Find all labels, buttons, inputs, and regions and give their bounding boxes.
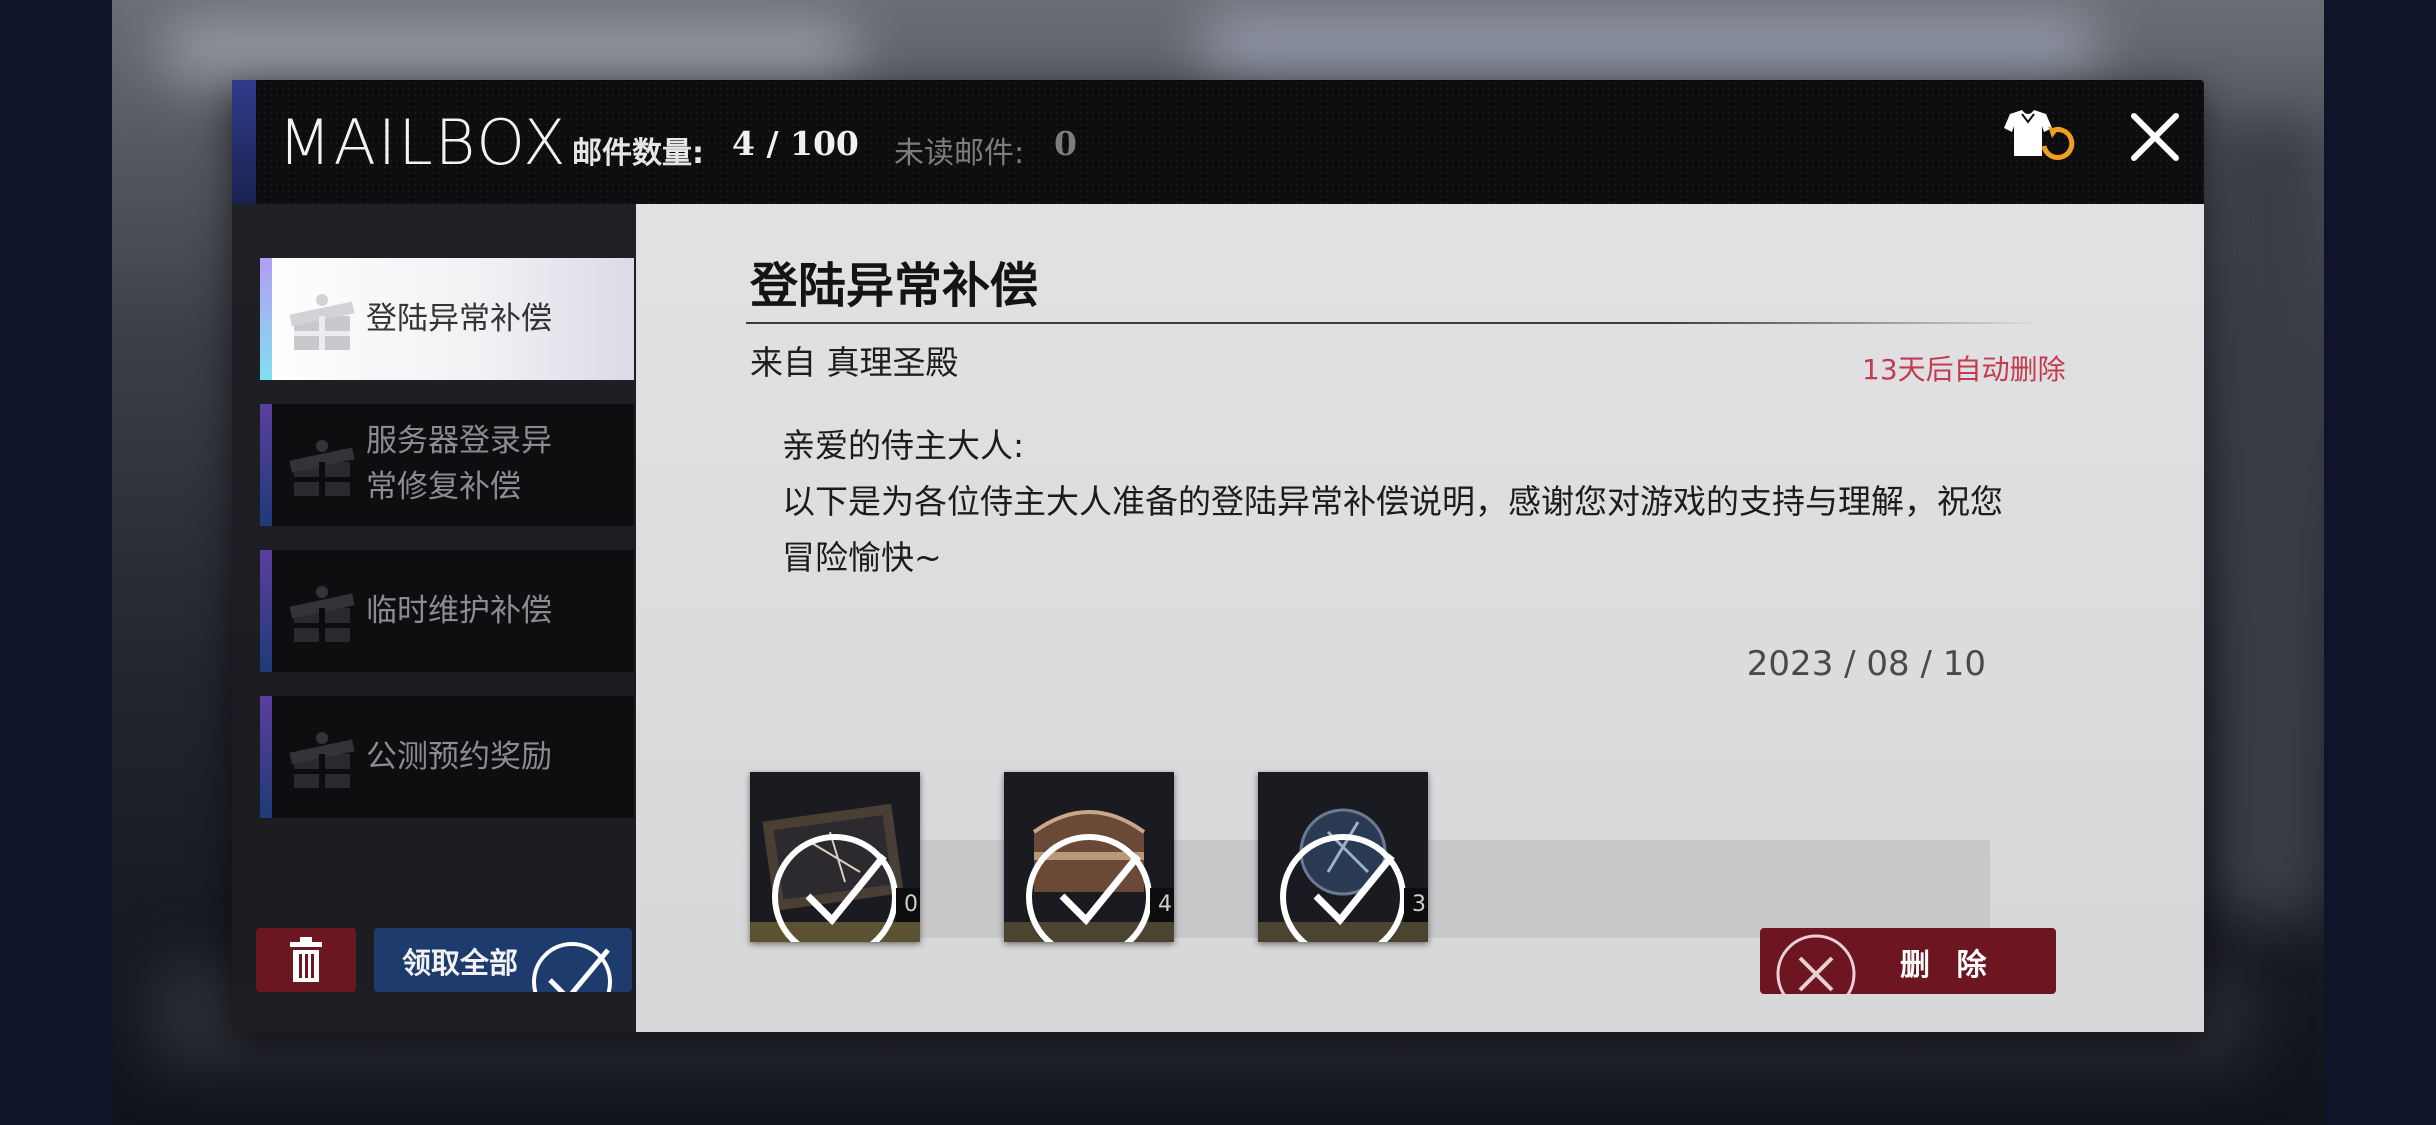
checkmark-icon (532, 942, 612, 992)
treasure-chest-item-icon (1004, 772, 1174, 942)
delete-mail-button[interactable]: 删 除 (1760, 928, 2056, 994)
claim-all-button[interactable]: 领取全部 (374, 928, 632, 992)
delete-read-mail-button[interactable] (256, 928, 356, 992)
outfit-swap-button[interactable] (1992, 100, 2082, 170)
delete-mail-label: 删 除 (1900, 948, 1995, 983)
mail-sender: 来自 真理圣殿 (750, 343, 959, 382)
mailbox-title: MAILBOX (278, 106, 568, 179)
mail-greeting: 亲爱的侍主大人: (782, 426, 1025, 465)
mail-content-panel: 登陆异常补偿 来自 真理圣殿 13天后自动删除 亲爱的侍主大人: 以下是为各位侍… (636, 204, 2204, 1032)
reward-item-chest[interactable]: 4 (1004, 772, 1174, 942)
trash-icon (290, 937, 322, 982)
gift-icon (289, 440, 355, 496)
reward-item-ticket[interactable]: 0 (750, 772, 920, 942)
reward-quantity: 4 (1150, 888, 1174, 922)
gift-icon (289, 294, 355, 350)
mailbox-dialog: MAILBOX 邮件数量: 4 / 100 未读邮件: 0 登陆异常补偿 服务器… (232, 80, 2204, 1032)
mail-item-title-line2: 常修复补偿 (366, 469, 521, 505)
mail-list-item-maintenance[interactable]: 临时维护补偿 (260, 550, 634, 672)
title-divider (746, 322, 2046, 324)
mail-count-label: 邮件数量: (572, 136, 704, 171)
mail-item-title: 登陆异常补偿 (366, 301, 552, 337)
reward-quantity: 0 (896, 888, 920, 922)
mail-title: 登陆异常补偿 (750, 258, 1039, 314)
reward-quantity: 3 (1404, 888, 1428, 922)
mail-item-stripe (260, 404, 272, 526)
orb-item-icon (1258, 772, 1428, 942)
outfit-swap-icon (2004, 110, 2075, 160)
header-accent (232, 80, 256, 204)
mail-item-stripe (260, 258, 272, 380)
unread-count-value: 0 (1054, 124, 1077, 163)
mail-list-item-server-fix[interactable]: 服务器登录异 常修复补偿 (260, 404, 634, 526)
mail-body: 亲爱的侍主大人: 以下是为各位侍主大人准备的登陆异常补偿说明，感谢您对游戏的支持… (782, 418, 2022, 586)
mail-message: 以下是为各位侍主大人准备的登陆异常补偿说明，感谢您对游戏的支持与理解，祝您冒险愉… (782, 482, 2003, 577)
mail-item-title-line1: 服务器登录异 (366, 423, 552, 459)
mail-count-value: 4 / 100 (732, 124, 859, 163)
delete-x-icon (1776, 934, 1856, 994)
mail-item-title: 公测预约奖励 (366, 739, 552, 775)
mail-list-item-login-compensation[interactable]: 登陆异常补偿 (260, 258, 634, 380)
claim-all-label: 领取全部 (402, 946, 519, 980)
mail-list-item-preregister-reward[interactable]: 公测预约奖励 (260, 696, 634, 818)
mailbox-header: MAILBOX 邮件数量: 4 / 100 未读邮件: 0 (232, 80, 2204, 204)
mail-item-stripe (260, 550, 272, 672)
close-icon (2131, 113, 2179, 161)
gift-icon (289, 586, 355, 642)
mail-date: 2023 / 08 / 10 (1746, 644, 1986, 684)
unread-count-label: 未读邮件: (894, 136, 1025, 171)
ticket-item-icon (750, 772, 920, 942)
gift-icon (289, 732, 355, 788)
mail-item-stripe (260, 696, 272, 818)
close-button[interactable] (2120, 102, 2190, 172)
reward-item-orb[interactable]: 3 (1258, 772, 1428, 942)
mail-item-title: 临时维护补偿 (366, 593, 552, 629)
auto-delete-notice: 13天后自动删除 (1862, 353, 2066, 386)
